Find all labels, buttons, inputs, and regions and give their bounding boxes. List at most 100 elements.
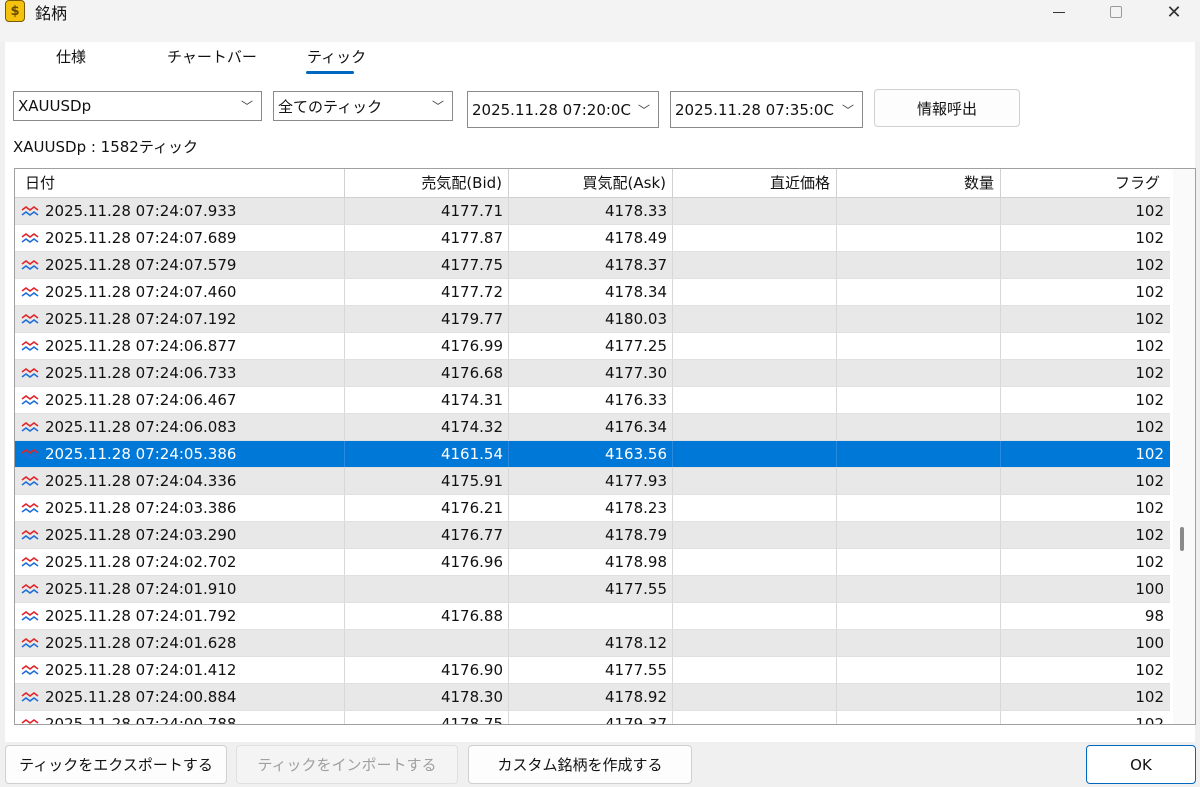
date-to-picker[interactable]: 2025.11.28 07:35:0C ﹀	[670, 91, 863, 128]
symbol-select[interactable]: XAUUSDp ﹀	[13, 91, 262, 121]
table-row[interactable]: 2025.11.28 07:24:03.386 4176.21 4178.23 102	[15, 495, 1170, 522]
cell-date: 2025.11.28 07:24:01.792	[15, 603, 345, 629]
cell-flags: 102	[1135, 688, 1164, 706]
cell-bid: 4179.77	[345, 306, 509, 332]
cell-bid: 4178.75	[345, 711, 509, 724]
cell-ask: 4163.56	[509, 441, 673, 467]
scrollbar-thumb[interactable]	[1180, 527, 1184, 551]
tick-type-select[interactable]: 全てのティック ﹀	[273, 91, 453, 121]
tab-ticks[interactable]: ティック	[307, 46, 366, 67]
cell-last	[673, 198, 837, 224]
cell-last	[673, 441, 837, 467]
table-row[interactable]: 2025.11.28 07:24:02.702 4176.96 4178.98 102	[15, 549, 1170, 576]
table-row[interactable]: 2025.11.28 07:24:04.336 4175.91 4177.93 102	[15, 468, 1170, 495]
column-header-ask[interactable]: 買気配(Ask)	[509, 169, 673, 198]
table-row[interactable]: 2025.11.28 07:24:07.579 4177.75 4178.37 102	[15, 252, 1170, 279]
import-ticks-button[interactable]: ティックをインポートする	[236, 745, 458, 784]
minimize-button[interactable]	[1036, 0, 1082, 24]
cell-ask: 4176.34	[509, 414, 673, 440]
table-row[interactable]: 2025.11.28 07:24:06.877 4176.99 4177.25 102	[15, 333, 1170, 360]
tab-chart-bars[interactable]: チャートバー	[167, 46, 257, 67]
table-row[interactable]: 2025.11.28 07:24:01.910 4177.55 100	[15, 576, 1170, 603]
cell-ask	[509, 603, 673, 629]
table-row[interactable]: 2025.11.28 07:24:07.460 4177.72 4178.34 102	[15, 279, 1170, 306]
close-button[interactable]: ✕	[1151, 0, 1197, 24]
cell-volume	[837, 252, 1001, 278]
request-button[interactable]: 情報呼出	[874, 89, 1020, 127]
column-header-flags[interactable]: フラグ	[1001, 169, 1170, 198]
cell-ask: 4178.12	[509, 630, 673, 656]
table-row[interactable]: 2025.11.28 07:24:01.792 4176.88 98	[15, 603, 1170, 630]
cell-bid: 4176.21	[345, 495, 509, 521]
cell-bid: 4178.30	[345, 684, 509, 710]
cell-volume	[837, 441, 1001, 467]
cell-flags: 102	[1135, 202, 1164, 220]
table-row[interactable]: 2025.11.28 07:24:03.290 4176.77 4178.79 102	[15, 522, 1170, 549]
table-row[interactable]: 2025.11.28 07:24:01.628 4178.12 100	[15, 630, 1170, 657]
cell-flags: 102	[1135, 472, 1164, 490]
cell-date: 2025.11.28 07:24:00.788	[15, 711, 345, 724]
date-to-value: 2025.11.28 07:35:0C	[675, 100, 834, 119]
cell-flags: 102	[1135, 256, 1164, 274]
table-header: 日付 売気配(Bid) 買気配(Ask) 直近価格 数量 フラグ	[15, 169, 1170, 198]
cell-bid: 4176.96	[345, 549, 509, 575]
tab-specification[interactable]: 仕様	[56, 46, 86, 67]
table-row[interactable]: 2025.11.28 07:24:05.386 4161.54 4163.56 102	[15, 441, 1170, 468]
cell-bid: 4174.31	[345, 387, 509, 413]
cell-last	[673, 225, 837, 251]
table-row[interactable]: 2025.11.28 07:24:06.467 4174.31 4176.33 102	[15, 387, 1170, 414]
maximize-button[interactable]	[1093, 0, 1139, 24]
table-row[interactable]: 2025.11.28 07:24:00.788 4178.75 4179.37 102	[15, 711, 1170, 725]
cell-flags: 102	[1135, 715, 1164, 725]
cell-volume	[837, 684, 1001, 710]
cell-volume	[837, 468, 1001, 494]
cell-date: 2025.11.28 07:24:05.386	[15, 441, 345, 467]
column-header-date[interactable]: 日付	[15, 169, 345, 198]
cell-last	[673, 360, 837, 386]
vertical-scrollbar[interactable]	[1173, 169, 1195, 724]
cell-ask: 4178.37	[509, 252, 673, 278]
table-row[interactable]: 2025.11.28 07:24:07.689 4177.87 4178.49 102	[15, 225, 1170, 252]
cell-ask: 4178.33	[509, 198, 673, 224]
cell-date: 2025.11.28 07:24:01.628	[15, 630, 345, 656]
export-ticks-button[interactable]: ティックをエクスポートする	[5, 745, 227, 784]
column-header-bid[interactable]: 売気配(Bid)	[345, 169, 509, 198]
cell-flags: 102	[1135, 283, 1164, 301]
table-row[interactable]: 2025.11.28 07:24:06.733 4176.68 4177.30 102	[15, 360, 1170, 387]
cell-date: 2025.11.28 07:24:03.290	[15, 522, 345, 548]
cell-flags: 102	[1135, 526, 1164, 544]
table-row[interactable]: 2025.11.28 07:24:01.412 4176.90 4177.55 102	[15, 657, 1170, 684]
cell-flags: 102	[1135, 364, 1164, 382]
tick-type-select-value: 全てのティック	[278, 97, 383, 116]
cell-ask: 4177.55	[509, 576, 673, 602]
cell-volume	[837, 522, 1001, 548]
chevron-down-icon: ﹀	[240, 99, 253, 114]
table-row[interactable]: 2025.11.28 07:24:07.933 4177.71 4178.33 102	[15, 198, 1170, 225]
cell-ask: 4178.49	[509, 225, 673, 251]
table-row[interactable]: 2025.11.28 07:24:00.884 4178.30 4178.92 102	[15, 684, 1170, 711]
ok-button[interactable]: OK	[1086, 745, 1196, 784]
table-row[interactable]: 2025.11.28 07:24:06.083 4174.32 4176.34 102	[15, 414, 1170, 441]
date-from-picker[interactable]: 2025.11.28 07:20:0C ﹀	[467, 91, 659, 128]
date-from-value: 2025.11.28 07:20:0C	[472, 100, 631, 119]
cell-ask: 4176.33	[509, 387, 673, 413]
cell-ask: 4178.34	[509, 279, 673, 305]
chevron-down-icon: ﹀	[637, 103, 650, 117]
cell-ask: 4178.92	[509, 684, 673, 710]
cell-volume	[837, 576, 1001, 602]
cell-ask: 4177.93	[509, 468, 673, 494]
cell-date: 2025.11.28 07:24:00.884	[15, 684, 345, 710]
minimize-icon	[1053, 11, 1065, 13]
create-custom-symbol-button[interactable]: カスタム銘柄を作成する	[468, 745, 692, 784]
table-row[interactable]: 2025.11.28 07:24:07.192 4179.77 4180.03 102	[15, 306, 1170, 333]
cell-bid: 4176.77	[345, 522, 509, 548]
cell-volume	[837, 549, 1001, 575]
cell-volume	[837, 225, 1001, 251]
column-header-volume[interactable]: 数量	[837, 169, 1001, 198]
cell-volume	[837, 333, 1001, 359]
cell-last	[673, 333, 837, 359]
cell-volume	[837, 279, 1001, 305]
column-header-last[interactable]: 直近価格	[673, 169, 837, 198]
cell-flags: 102	[1135, 391, 1164, 409]
cell-ask: 4180.03	[509, 306, 673, 332]
